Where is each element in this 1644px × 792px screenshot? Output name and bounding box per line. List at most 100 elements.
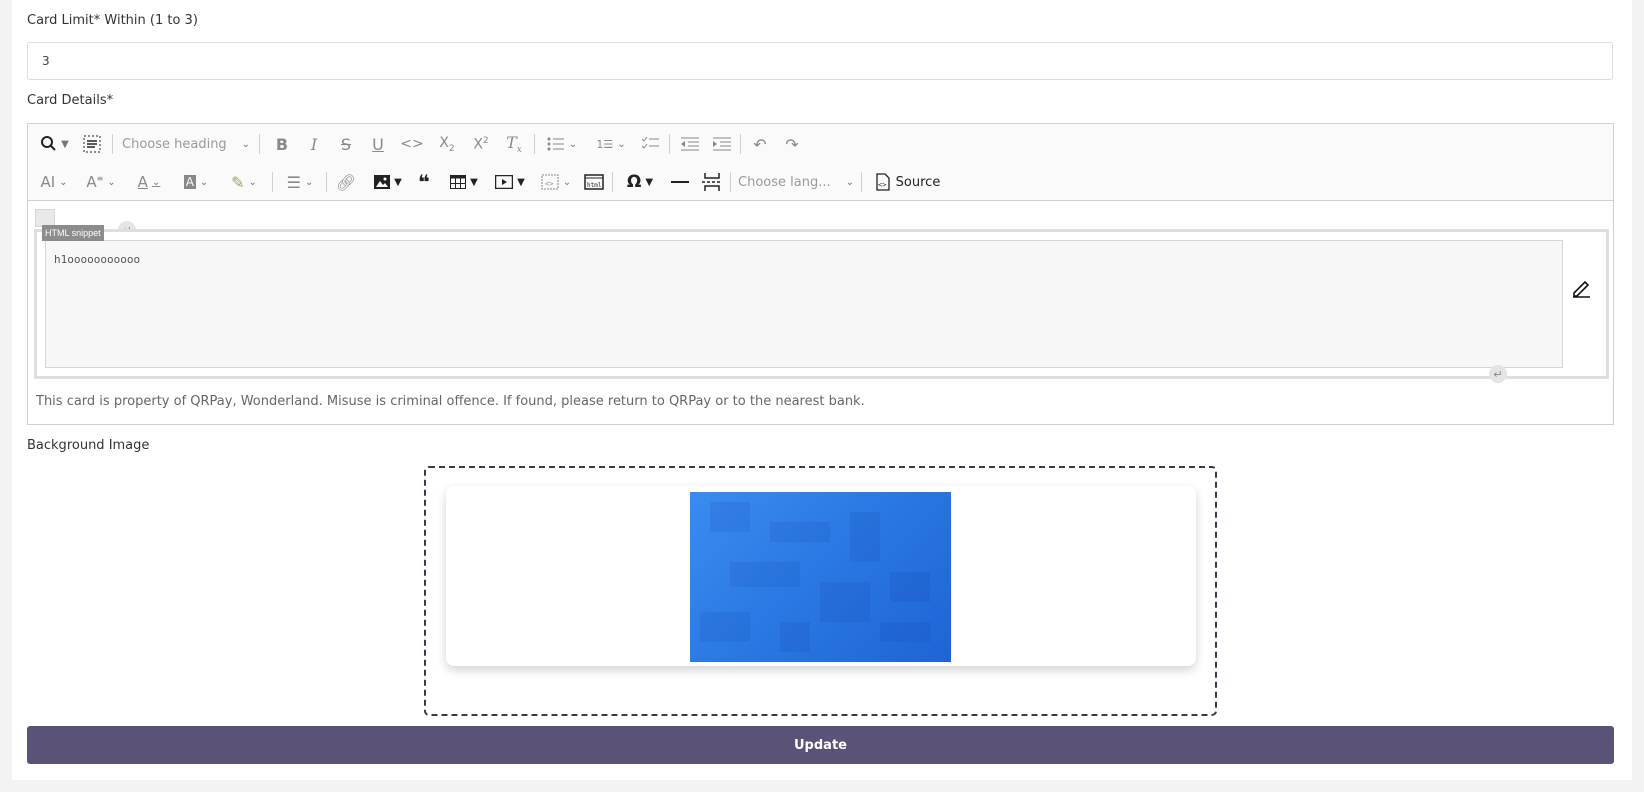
bulleted-list-button[interactable]: ⌄ [542,132,582,156]
card-limit-input[interactable]: 3 [27,42,1613,80]
horizontal-line-icon [671,181,689,183]
italic-button[interactable]: I [302,132,326,156]
redo-button[interactable]: ↷ [780,132,804,156]
outdent-button[interactable] [678,132,702,156]
font-background-icon: A [183,175,196,189]
toolbar-row-1: ▼ Choose heading ⌄ B I S U <> X2 X2 Tx ⌄ [28,126,1613,162]
chevron-down-icon: ▼ [517,176,525,188]
strikethrough-icon: S [340,134,352,154]
special-chars-icon: Ω [626,172,642,192]
highlight-button[interactable]: ✎ ⌄ [224,170,264,194]
chevron-down-icon: ⌄ [304,176,314,188]
subscript-icon: X2 [439,134,455,154]
toolbar-separator [112,134,113,154]
font-size-button[interactable]: AI ⌄ [36,170,72,194]
bold-icon: B [275,134,289,154]
highlight-icon: ✎ [231,172,245,192]
html-embed-icon: <> [541,174,559,190]
card-limit-label: Card Limit* Within (1 to 3) [27,13,198,28]
media-icon [495,175,514,189]
remove-format-icon: Tx [506,132,522,156]
font-size-icon: AI [40,173,56,191]
toolbar-separator [730,172,731,192]
superscript-button[interactable]: X2 [468,132,494,156]
superscript-icon: X2 [473,135,489,153]
strikethrough-button[interactable]: S [334,132,358,156]
numbered-list-button[interactable]: 1☰ ⌄ [590,132,632,156]
page-break-button[interactable] [700,170,724,194]
editor-content[interactable]: ↵ h1ooooooooooo HTML snippet ↵ This card… [28,201,1613,425]
source-label: Source [895,174,941,190]
source-button[interactable]: <> Source [870,170,944,194]
svg-text:<>: <> [878,181,886,189]
heading-dropdown[interactable]: Choose heading ⌄ [122,132,250,156]
insert-paragraph-after-button[interactable]: ↵ [1489,365,1507,383]
remove-format-button[interactable]: Tx [502,132,526,156]
toolbar-separator [326,172,327,192]
select-all-icon [83,135,101,153]
underline-button[interactable]: U [366,132,390,156]
horizontal-line-button[interactable] [668,170,692,194]
toolbar-separator [272,172,273,192]
background-image-dropzone[interactable] [424,466,1217,716]
font-family-button[interactable]: A≡ ⌄ [82,170,120,194]
insert-image-button[interactable]: ▼ [368,170,408,194]
code-button[interactable]: <> [398,132,426,156]
svg-text:<>: <> [545,180,553,188]
update-button[interactable]: Update [27,726,1614,764]
select-all-button[interactable] [80,132,104,156]
chevron-down-icon: ▼ [394,176,402,188]
link-icon: 🔗︎ [335,172,357,192]
language-dropdown-label: Choose lang... [738,174,831,190]
chevron-down-icon: ⌄ [241,138,250,150]
undo-button[interactable]: ↶ [748,132,772,156]
chevron-down-icon: ⌄ [107,176,116,188]
bulleted-list-icon [547,137,564,151]
chevron-down-icon: ⌄ [568,138,578,150]
code-block-icon: html [584,174,604,190]
special-characters-button[interactable]: Ω ▼ [620,170,660,194]
html-embed-button[interactable]: <> ⌄ [536,170,576,194]
blockquote-button[interactable]: ❝ [412,170,436,194]
code-block-button[interactable]: html [582,170,606,194]
italic-icon: I [310,134,318,154]
blockquote-icon: ❝ [418,170,430,194]
undo-icon: ↶ [753,134,767,154]
outdent-icon [681,137,699,151]
link-button[interactable]: 🔗︎ [334,170,358,194]
redo-icon: ↷ [785,134,799,154]
table-icon [450,175,467,189]
heading-dropdown-label: Choose heading [122,136,227,152]
svg-text:html: html [587,182,602,189]
chevron-down-icon: ▼ [61,138,69,150]
html-snippet-widget[interactable]: h1ooooooooooo [34,229,1609,379]
chevron-down-icon: ⌄ [617,138,626,150]
todo-list-button[interactable] [638,132,664,156]
subscript-button[interactable]: X2 [434,132,460,156]
font-color-button[interactable]: A ⌄ [130,170,168,194]
chevron-down-icon: ⌄ [199,176,209,188]
find-replace-button[interactable]: ▼ [36,132,72,156]
editor-toolbar: ▼ Choose heading ⌄ B I S U <> X2 X2 Tx ⌄ [28,124,1613,201]
bold-button[interactable]: B [270,132,294,156]
align-icon: ☰ [286,172,301,192]
font-color-icon: A [137,173,148,191]
toolbar-separator [259,134,260,154]
font-background-button[interactable]: A ⌄ [176,170,216,194]
image-preview-card [446,486,1196,666]
background-image-label: Background Image [27,438,150,453]
code-language-dropdown[interactable]: Choose lang... ⌄ [738,170,854,194]
page-break-icon [702,173,722,191]
todo-list-icon [642,137,659,149]
toolbar-row-2: AI ⌄ A≡ ⌄ A ⌄ A ⌄ ✎ ⌄ ☰ ⌄ 🔗︎ ▼ ❝ ▼ ▼ <> … [28,164,1613,200]
source-icon: <> [876,173,890,191]
chevron-down-icon: ▼ [645,176,654,188]
alignment-button[interactable]: ☰ ⌄ [280,170,320,194]
insert-table-button[interactable]: ▼ [444,170,484,194]
pencil-icon[interactable] [1570,276,1592,298]
indent-button[interactable] [710,132,734,156]
toolbar-separator [534,134,535,154]
chevron-down-icon: ▼ [470,176,478,188]
card-details-label: Card Details* [27,93,114,108]
insert-media-button[interactable]: ▼ [490,170,530,194]
